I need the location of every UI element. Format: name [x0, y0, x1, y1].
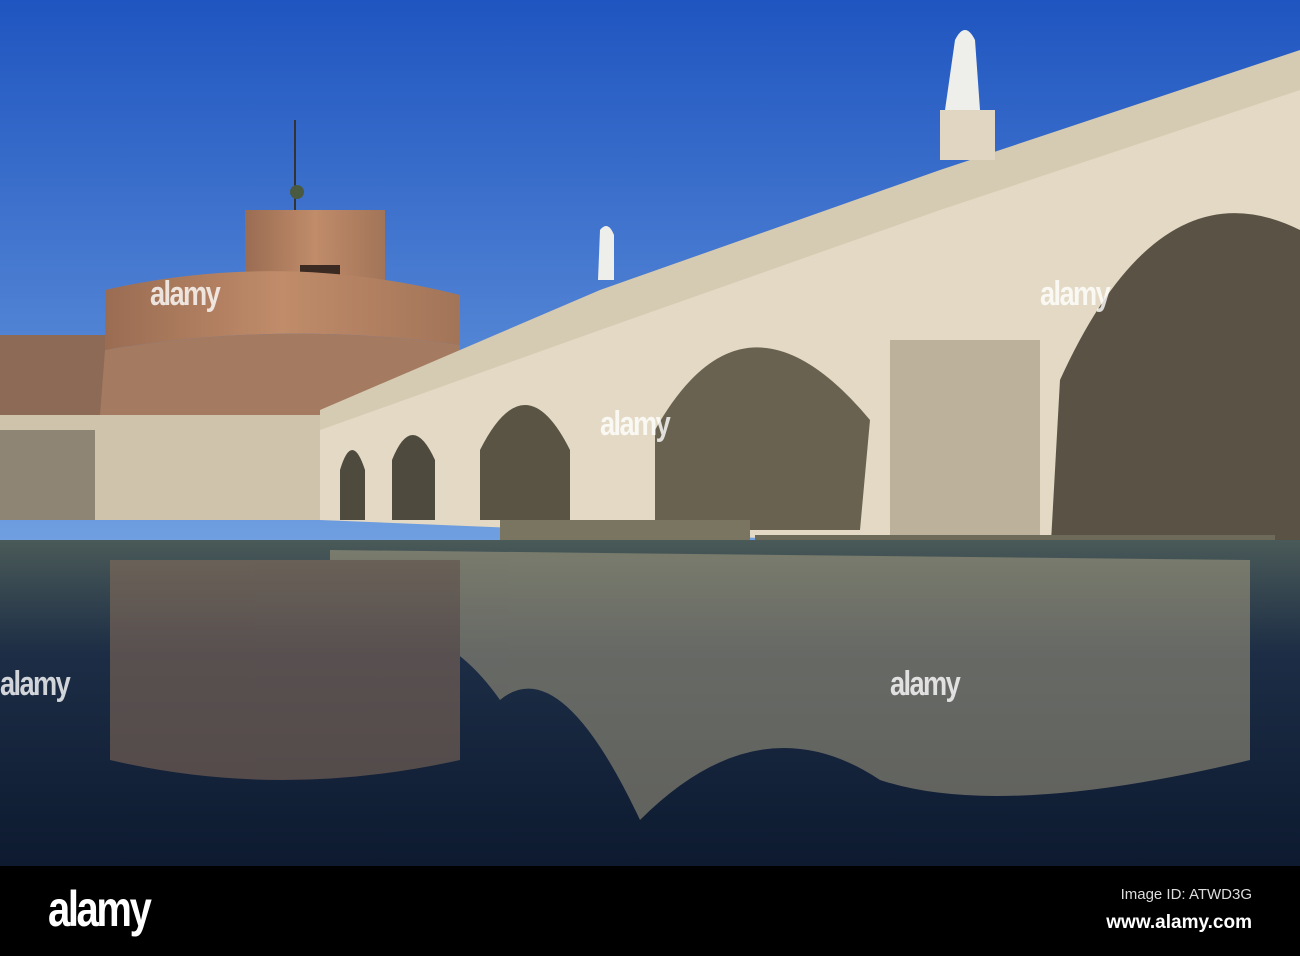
- footer-bar: alamy Image ID: ATWD3G www.alamy.com: [0, 866, 1300, 956]
- alamy-logo: alamy: [48, 881, 152, 937]
- bridge-reflection: [110, 550, 1250, 820]
- watermark: alamy: [0, 665, 71, 703]
- watermark: alamy: [600, 405, 671, 443]
- website-link[interactable]: www.alamy.com: [1106, 912, 1252, 934]
- watermark: alamy: [890, 665, 961, 703]
- stock-photo: alamy alamy alamy alamy alamy alamy Imag…: [0, 0, 1300, 956]
- image-id: Image ID: ATWD3G: [1120, 886, 1252, 903]
- watermark: alamy: [1040, 275, 1111, 313]
- watermark: alamy: [150, 275, 221, 313]
